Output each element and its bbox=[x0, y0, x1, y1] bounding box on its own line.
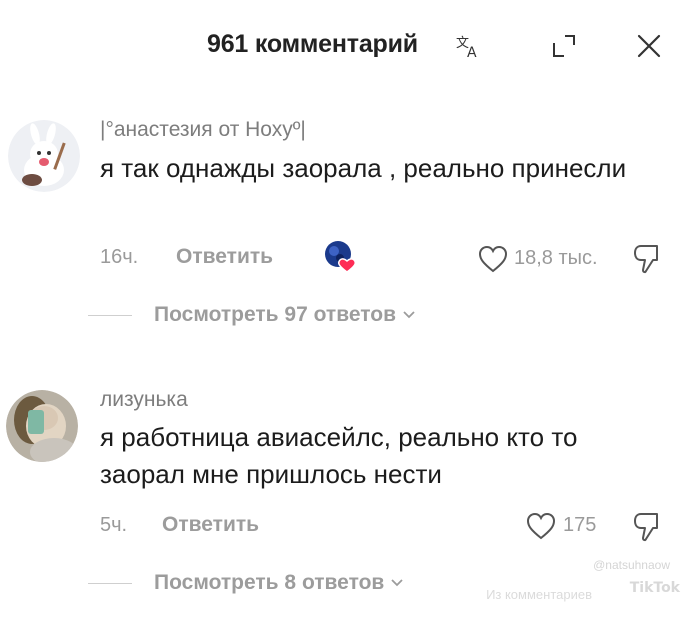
comment-username[interactable]: лизунька bbox=[100, 388, 188, 412]
comments-header: 961 комментарий 文 A bbox=[0, 0, 688, 96]
chevron-down-icon bbox=[403, 311, 415, 319]
comment-username[interactable]: |°анастезия от Нохуº| bbox=[100, 118, 306, 142]
view-replies-label: Посмотреть 8 ответов bbox=[154, 571, 385, 594]
like-count: 175 bbox=[563, 514, 597, 536]
dislike-icon[interactable] bbox=[633, 244, 659, 274]
creator-liked-badge bbox=[325, 241, 357, 273]
comment-text: я так однажды заорала , реально принесли bbox=[100, 153, 627, 183]
heart-icon[interactable] bbox=[478, 245, 508, 273]
view-replies-label: Посмотреть 97 ответов bbox=[154, 303, 396, 326]
comments-count-title: 961 комментарий bbox=[207, 30, 418, 58]
reply-button[interactable]: Ответить bbox=[176, 245, 273, 269]
watermark-username: @natsuhnaow bbox=[593, 558, 670, 572]
view-replies-button[interactable]: Посмотреть 8 ответов bbox=[88, 571, 404, 595]
popout-icon[interactable] bbox=[552, 34, 576, 58]
avatar[interactable] bbox=[6, 390, 78, 462]
svg-text:A: A bbox=[467, 45, 477, 59]
divider-line bbox=[88, 314, 132, 316]
close-icon[interactable] bbox=[636, 33, 662, 59]
like-count: 18,8 тыс. bbox=[514, 247, 598, 269]
reply-button[interactable]: Ответить bbox=[162, 513, 259, 537]
divider-line bbox=[88, 582, 132, 584]
watermark-caption: Из комментариев bbox=[486, 587, 592, 602]
tiktok-logo: TikTok bbox=[629, 580, 680, 596]
comment-timestamp: 5ч. bbox=[100, 514, 128, 536]
view-replies-button[interactable]: Посмотреть 97 ответов bbox=[88, 303, 416, 327]
heart-icon[interactable] bbox=[526, 512, 556, 540]
avatar[interactable] bbox=[8, 120, 80, 192]
comment-text: я работница авиасейлс, реально кто то за… bbox=[100, 422, 578, 489]
comment-timestamp: 16ч. bbox=[100, 246, 139, 268]
translate-icon[interactable]: 文 A bbox=[455, 33, 481, 59]
